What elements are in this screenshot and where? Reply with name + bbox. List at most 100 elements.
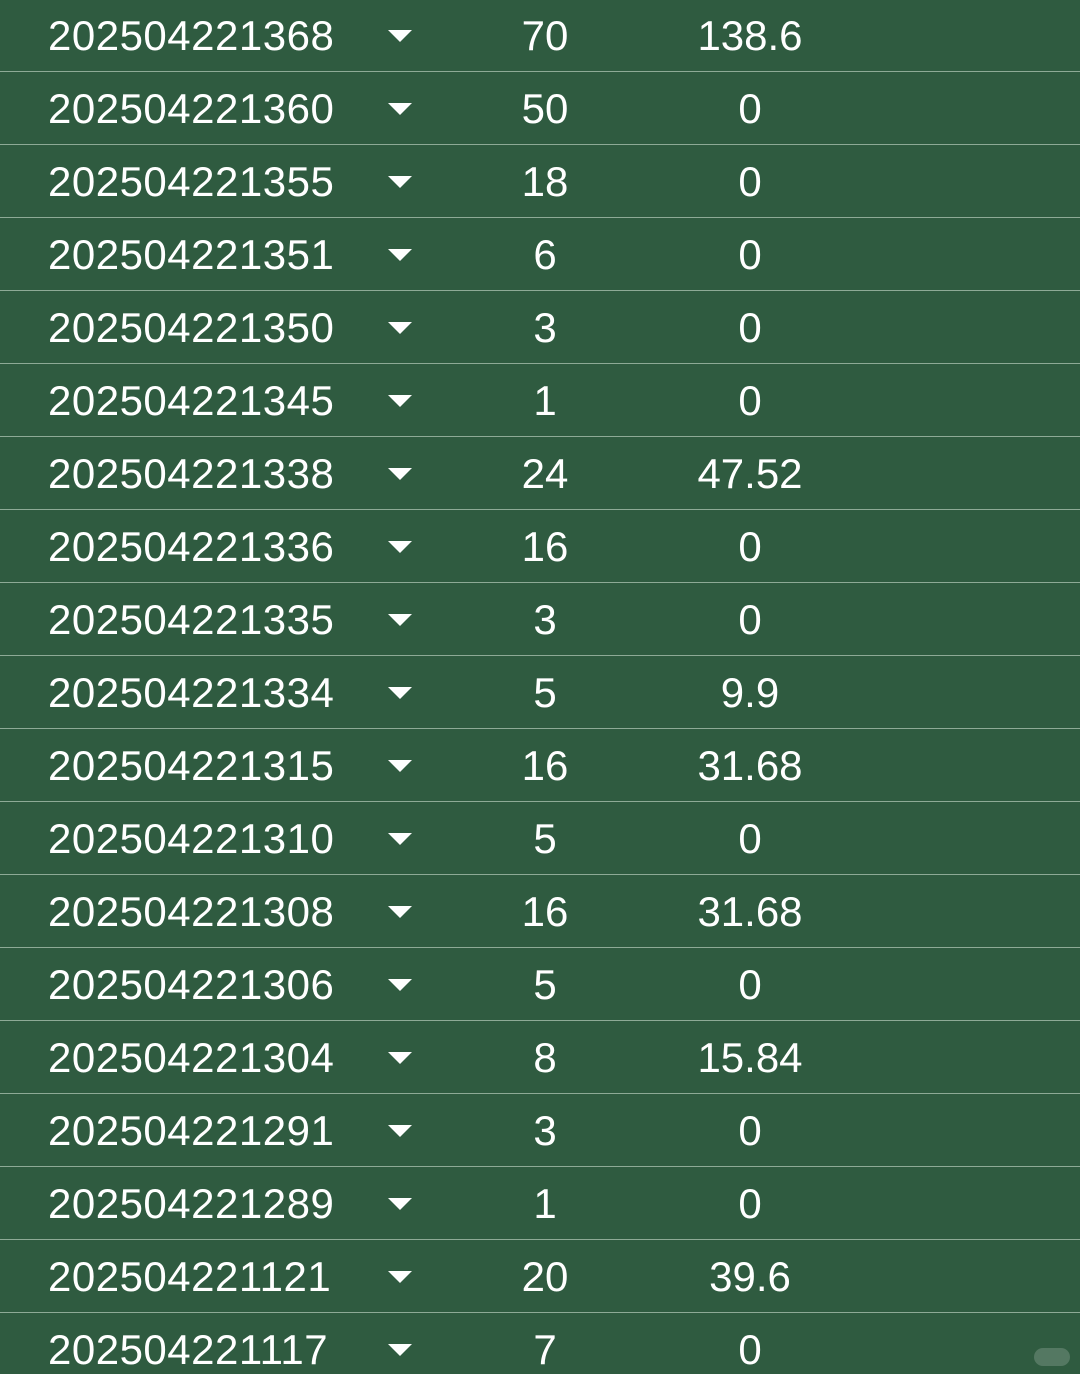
table-row[interactable]: 202504221355 18 0 [0,145,1080,219]
order-id-cell[interactable]: 202504221360 [48,72,334,145]
amount-cell[interactable]: 0 [660,72,840,145]
filter-dropdown-button[interactable] [384,656,416,729]
quantity-cell[interactable]: 70 [490,0,600,72]
filter-dropdown-button[interactable] [384,291,416,364]
filter-dropdown-button[interactable] [384,1094,416,1167]
order-id-cell[interactable]: 202504221355 [48,145,334,218]
table-row[interactable]: 202504221368 70 138.6 [0,0,1080,73]
table-row[interactable]: 202504221117 7 0 [0,1313,1080,1374]
quantity-cell[interactable]: 16 [490,875,600,948]
filter-dropdown-button[interactable] [384,1167,416,1240]
quantity-cell[interactable]: 18 [490,145,600,218]
quantity-cell[interactable]: 1 [490,364,600,437]
quantity-cell[interactable]: 8 [490,1021,600,1094]
order-id-cell[interactable]: 202504221338 [48,437,334,510]
table-row[interactable]: 202504221121 20 39.6 [0,1240,1080,1314]
filter-dropdown-button[interactable] [384,1021,416,1094]
table-row[interactable]: 202504221310 5 0 [0,802,1080,876]
order-id-cell[interactable]: 202504221345 [48,364,334,437]
table-row[interactable]: 202504221351 6 0 [0,218,1080,292]
triangle-down-icon [388,540,412,553]
triangle-down-icon [388,175,412,188]
order-id-cell[interactable]: 202504221336 [48,510,334,583]
table-row[interactable]: 202504221304 8 15.84 [0,1021,1080,1095]
filter-dropdown-button[interactable] [384,145,416,218]
quantity-cell[interactable]: 1 [490,1167,600,1240]
amount-cell[interactable]: 138.6 [660,0,840,72]
amount-cell[interactable]: 39.6 [660,1240,840,1313]
table-row[interactable]: 202504221335 3 0 [0,583,1080,657]
filter-dropdown-button[interactable] [384,875,416,948]
amount-cell[interactable]: 31.68 [660,729,840,802]
amount-cell[interactable]: 0 [660,948,840,1021]
table-row[interactable]: 202504221291 3 0 [0,1094,1080,1168]
quantity-cell[interactable]: 16 [490,729,600,802]
order-id-cell[interactable]: 202504221121 [48,1240,331,1313]
filter-dropdown-button[interactable] [384,948,416,1021]
amount-cell[interactable]: 47.52 [660,437,840,510]
quantity-cell[interactable]: 50 [490,72,600,145]
order-id-cell[interactable]: 202504221351 [48,218,334,291]
filter-dropdown-button[interactable] [384,1313,416,1374]
filter-dropdown-button[interactable] [384,0,416,72]
amount-cell[interactable]: 31.68 [660,875,840,948]
filter-dropdown-button[interactable] [384,510,416,583]
amount-cell[interactable]: 0 [660,218,840,291]
quantity-cell[interactable]: 5 [490,802,600,875]
filter-dropdown-button[interactable] [384,583,416,656]
quantity-cell[interactable]: 6 [490,218,600,291]
amount-cell[interactable]: 0 [660,145,840,218]
order-id-cell[interactable]: 202504221291 [48,1094,334,1167]
amount-cell[interactable]: 0 [660,583,840,656]
table-row[interactable]: 202504221336 16 0 [0,510,1080,584]
order-id-cell[interactable]: 202504221334 [48,656,334,729]
amount-cell[interactable]: 15.84 [660,1021,840,1094]
order-id-cell[interactable]: 202504221310 [48,802,334,875]
filter-dropdown-button[interactable] [384,729,416,802]
amount-cell[interactable]: 0 [660,1313,840,1374]
quantity-cell[interactable]: 3 [490,291,600,364]
amount-cell[interactable]: 9.9 [660,656,840,729]
triangle-down-icon [388,978,412,991]
filter-dropdown-button[interactable] [384,437,416,510]
order-id-cell[interactable]: 202504221117 [48,1313,328,1374]
quantity-cell[interactable]: 5 [490,656,600,729]
table-row[interactable]: 202504221338 24 47.52 [0,437,1080,511]
order-id-cell[interactable]: 202504221289 [48,1167,334,1240]
quantity-cell[interactable]: 20 [490,1240,600,1313]
amount-cell[interactable]: 0 [660,1094,840,1167]
order-id-cell[interactable]: 202504221350 [48,291,334,364]
order-id-cell[interactable]: 202504221308 [48,875,334,948]
table-row[interactable]: 202504221345 1 0 [0,364,1080,438]
quantity-cell[interactable]: 16 [490,510,600,583]
triangle-down-icon [388,613,412,626]
quantity-cell[interactable]: 3 [490,583,600,656]
filter-dropdown-button[interactable] [384,1240,416,1313]
amount-cell[interactable]: 0 [660,291,840,364]
amount-cell[interactable]: 0 [660,802,840,875]
order-id-cell[interactable]: 202504221368 [48,0,334,72]
table-row[interactable]: 202504221289 1 0 [0,1167,1080,1241]
filter-dropdown-button[interactable] [384,72,416,145]
table-row[interactable]: 202504221315 16 31.68 [0,729,1080,803]
triangle-down-icon [388,832,412,845]
order-id-cell[interactable]: 202504221315 [48,729,334,802]
amount-cell[interactable]: 0 [660,510,840,583]
table-row[interactable]: 202504221350 3 0 [0,291,1080,365]
table-row[interactable]: 202504221360 50 0 [0,72,1080,146]
quantity-cell[interactable]: 24 [490,437,600,510]
filter-dropdown-button[interactable] [384,218,416,291]
table-row[interactable]: 202504221334 5 9.9 [0,656,1080,730]
table-row[interactable]: 202504221306 5 0 [0,948,1080,1022]
filter-dropdown-button[interactable] [384,802,416,875]
table-row[interactable]: 202504221308 16 31.68 [0,875,1080,949]
quantity-cell[interactable]: 3 [490,1094,600,1167]
amount-cell[interactable]: 0 [660,364,840,437]
amount-cell[interactable]: 0 [660,1167,840,1240]
order-id-cell[interactable]: 202504221306 [48,948,334,1021]
quantity-cell[interactable]: 5 [490,948,600,1021]
order-id-cell[interactable]: 202504221335 [48,583,334,656]
order-id-cell[interactable]: 202504221304 [48,1021,334,1094]
quantity-cell[interactable]: 7 [490,1313,600,1374]
filter-dropdown-button[interactable] [384,364,416,437]
